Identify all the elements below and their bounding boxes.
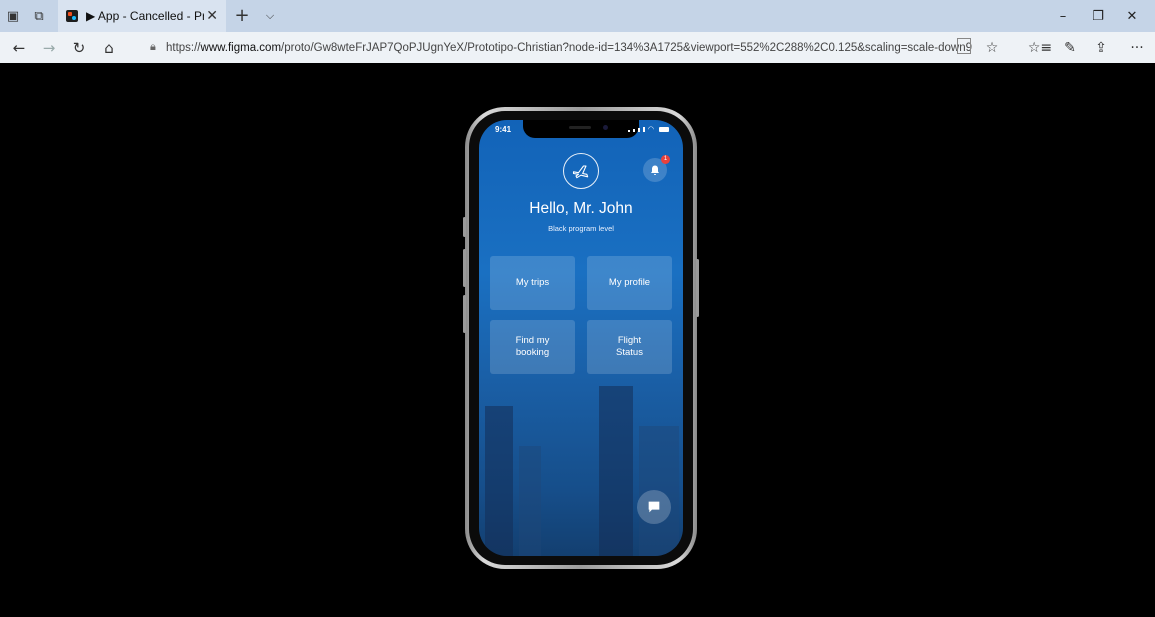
reading-view-icon[interactable]	[957, 38, 971, 54]
background-building	[485, 406, 513, 556]
browser-tab-bar: ▣ ⧉ ▶ App - Cancelled - Prc ✕ + ⌵	[0, 0, 1155, 32]
flight-status-tile[interactable]: Flight Status	[587, 320, 672, 374]
share-icon[interactable]: ⇪	[1087, 32, 1115, 63]
my-profile-tile[interactable]: My profile	[587, 256, 672, 310]
notification-badge: 1	[661, 155, 670, 164]
airplane-icon	[572, 165, 589, 179]
close-window-button[interactable]: ✕	[1109, 0, 1155, 32]
signal-bar-icon	[637, 128, 640, 132]
url-domain: www.figma.com	[200, 41, 282, 54]
phone-camera	[603, 125, 608, 130]
phone-volume-down	[463, 295, 466, 333]
find-my-booking-tile[interactable]: Find my booking	[490, 320, 575, 374]
notifications-button[interactable]: 1	[643, 155, 670, 182]
home-button[interactable]: ⌂	[94, 32, 124, 63]
chat-bubble-icon	[648, 501, 660, 513]
favorites-list-icon[interactable]: ☆≡	[1026, 32, 1054, 63]
web-note-pen-icon[interactable]: ✎	[1056, 32, 1084, 63]
chat-button[interactable]	[637, 490, 671, 524]
new-tab-button[interactable]: +	[226, 0, 258, 32]
status-time: 9:41	[495, 125, 512, 134]
phone-notch	[523, 120, 639, 138]
tab-title: ▶ App - Cancelled - Prc	[86, 9, 204, 23]
iphone-frame: 9:41 ◠ 1 Hello, Mr. John Black program l…	[463, 107, 699, 569]
favorite-star-icon[interactable]: ☆	[978, 32, 1006, 63]
back-button[interactable]: ←	[4, 32, 34, 63]
status-icons: ◠	[627, 125, 669, 133]
lock-icon: 🔒︎	[150, 41, 156, 53]
my-trips-tile[interactable]: My trips	[490, 256, 575, 310]
background-building	[599, 386, 633, 556]
tab-close-icon[interactable]: ✕	[206, 8, 218, 24]
bell-icon	[651, 165, 659, 175]
phone-speaker	[569, 126, 591, 129]
browser-tab[interactable]: ▶ App - Cancelled - Prc ✕	[58, 0, 226, 32]
more-menu-icon[interactable]: ···	[1123, 32, 1151, 63]
phone-silent-switch	[463, 217, 466, 237]
prototype-viewport: 9:41 ◠ 1 Hello, Mr. John Black program l…	[3, 63, 1152, 617]
forward-button[interactable]: →	[34, 32, 64, 63]
tab-list-chevron-icon[interactable]: ⌵	[258, 0, 282, 32]
tabs-aside-icon[interactable]: ⧉	[26, 0, 52, 32]
figma-favicon-icon	[66, 10, 78, 22]
wifi-icon: ◠	[647, 125, 654, 133]
url-path: /proto/Gw8wteFrJAP7QoPJUgnYeX/Prototipo-…	[281, 41, 972, 54]
program-level-label: Black program level	[548, 224, 614, 233]
background-building	[519, 446, 541, 556]
phone-power-button	[696, 259, 699, 317]
phone-volume-up	[463, 249, 466, 287]
greeting-heading: Hello, Mr. John	[529, 200, 633, 217]
app-screen: 9:41 ◠ 1 Hello, Mr. John Black program l…	[479, 120, 683, 556]
signal-bar-icon	[627, 130, 630, 132]
battery-icon	[659, 127, 669, 132]
set-aside-tabs-icon[interactable]: ▣	[0, 0, 26, 32]
refresh-button[interactable]: ↻	[64, 32, 94, 63]
url-protocol: https://	[165, 41, 201, 54]
address-bar[interactable]: 🔒︎ https://www.figma.com/proto/Gw8wteFrJ…	[150, 37, 972, 58]
signal-bar-icon	[632, 129, 635, 132]
airplane-logo-icon	[563, 153, 599, 189]
signal-bar-icon	[642, 127, 645, 132]
